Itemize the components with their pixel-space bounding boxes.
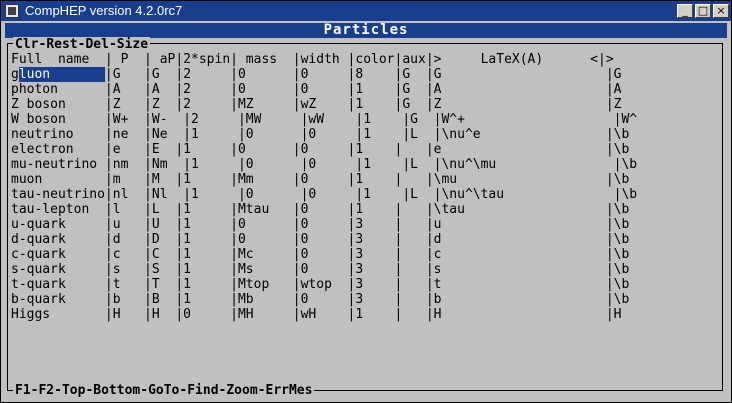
table-row[interactable]: t-quark |t |T |1 |Mtop |wtop |3 | |t |\b (11, 277, 629, 292)
table-row[interactable]: neutrino |ne |Ne |1 |0 |0 |1 |L |\nu^e |… (11, 127, 629, 142)
menu-clr[interactable]: Clr (15, 37, 38, 52)
table-row[interactable]: u-quark |u |U |1 |0 |0 |3 | |u |\b (11, 217, 629, 232)
menu-size[interactable]: Size (117, 37, 148, 52)
table-row[interactable]: muon |m |M |1 |Mm |0 |1 | |\mu |\b (11, 172, 629, 187)
top-menu: Clr-Rest-Del-Size (13, 37, 151, 52)
table-row[interactable]: tau-neutrino|nl |Nl |1 |0 |0 |1 |L |\nu^… (11, 187, 637, 202)
menu-del[interactable]: Del (85, 37, 108, 52)
table-row[interactable]: d-quark |d |D |1 |0 |0 |3 | |d |\b (11, 232, 629, 247)
menu-f1[interactable]: F1 (15, 383, 31, 398)
menu-rest[interactable]: Rest (46, 37, 77, 52)
table-row[interactable]: mu-neutrino |nm |Nm |1 |0 |0 |1 |L |\nu^… (11, 157, 637, 172)
menu-bottom[interactable]: Bottom (93, 383, 140, 398)
row-rest: |G |G |2 |0 |0 |8 |G |G |G (104, 67, 622, 82)
app-icon[interactable] (5, 4, 19, 18)
window-title: CompHEP version 4.2.0rc7 (25, 3, 183, 18)
table-row[interactable]: Z boson |Z |Z |2 |MZ |wZ |1 |G |Z |Z (11, 97, 621, 112)
menu-errmes[interactable]: ErrMes (266, 383, 313, 398)
table-row[interactable]: b-quark |b |B |1 |Mb |0 |3 | |b |\b (11, 292, 629, 307)
title-bar[interactable]: CompHEP version 4.2.0rc7 _ □ × (1, 1, 731, 21)
table-row[interactable]: electron |e |E |1 |0 |0 |1 | |e |\b (11, 142, 629, 157)
menu-zoom[interactable]: Zoom (226, 383, 257, 398)
table-row[interactable]: W boson |W+ |W- |2 |MW |wW |1 |G |W^+ |W… (11, 112, 637, 127)
screen-title: Particles (5, 23, 727, 38)
table-header: Full name | P | aP|2*spin| mass |width |… (11, 52, 614, 67)
table-row[interactable]: c-quark |c |C |1 |Mc |0 |3 | |c |\b (11, 247, 629, 262)
comphep-window: CompHEP version 4.2.0rc7 _ □ × Particles… (0, 0, 732, 403)
menu-top[interactable]: Top (62, 383, 85, 398)
close-button[interactable]: × (713, 4, 729, 18)
bottom-menu: F1-F2-Top-Bottom-GoTo-Find-Zoom-ErrMes (13, 383, 315, 398)
text-cursor: g (11, 67, 19, 82)
maximize-button[interactable]: □ (695, 4, 711, 18)
minimize-button[interactable]: _ (677, 4, 693, 18)
table-row[interactable]: gluon |G |G |2 |0 |0 |8 |G |G |G (11, 67, 621, 82)
selected-cell[interactable]: luon (18, 67, 105, 82)
table-row[interactable]: s-quark |s |S |1 |Ms |0 |3 | |s |\b (11, 262, 629, 277)
terminal-area: Particles Clr-Rest-Del-Size Full name | … (3, 21, 729, 401)
menu-goto[interactable]: GoTo (148, 383, 179, 398)
menu-find[interactable]: Find (187, 383, 218, 398)
menu-f2[interactable]: F2 (38, 383, 54, 398)
table-row[interactable]: tau-lepton |l |L |1 |Mtau |0 |1 | |\tau … (11, 202, 629, 217)
table-row[interactable]: Higgs |H |H |0 |MH |wH |1 | |H |H (11, 307, 621, 322)
table-row[interactable]: photon |A |A |2 |0 |0 |1 |G |A |A (11, 82, 621, 97)
